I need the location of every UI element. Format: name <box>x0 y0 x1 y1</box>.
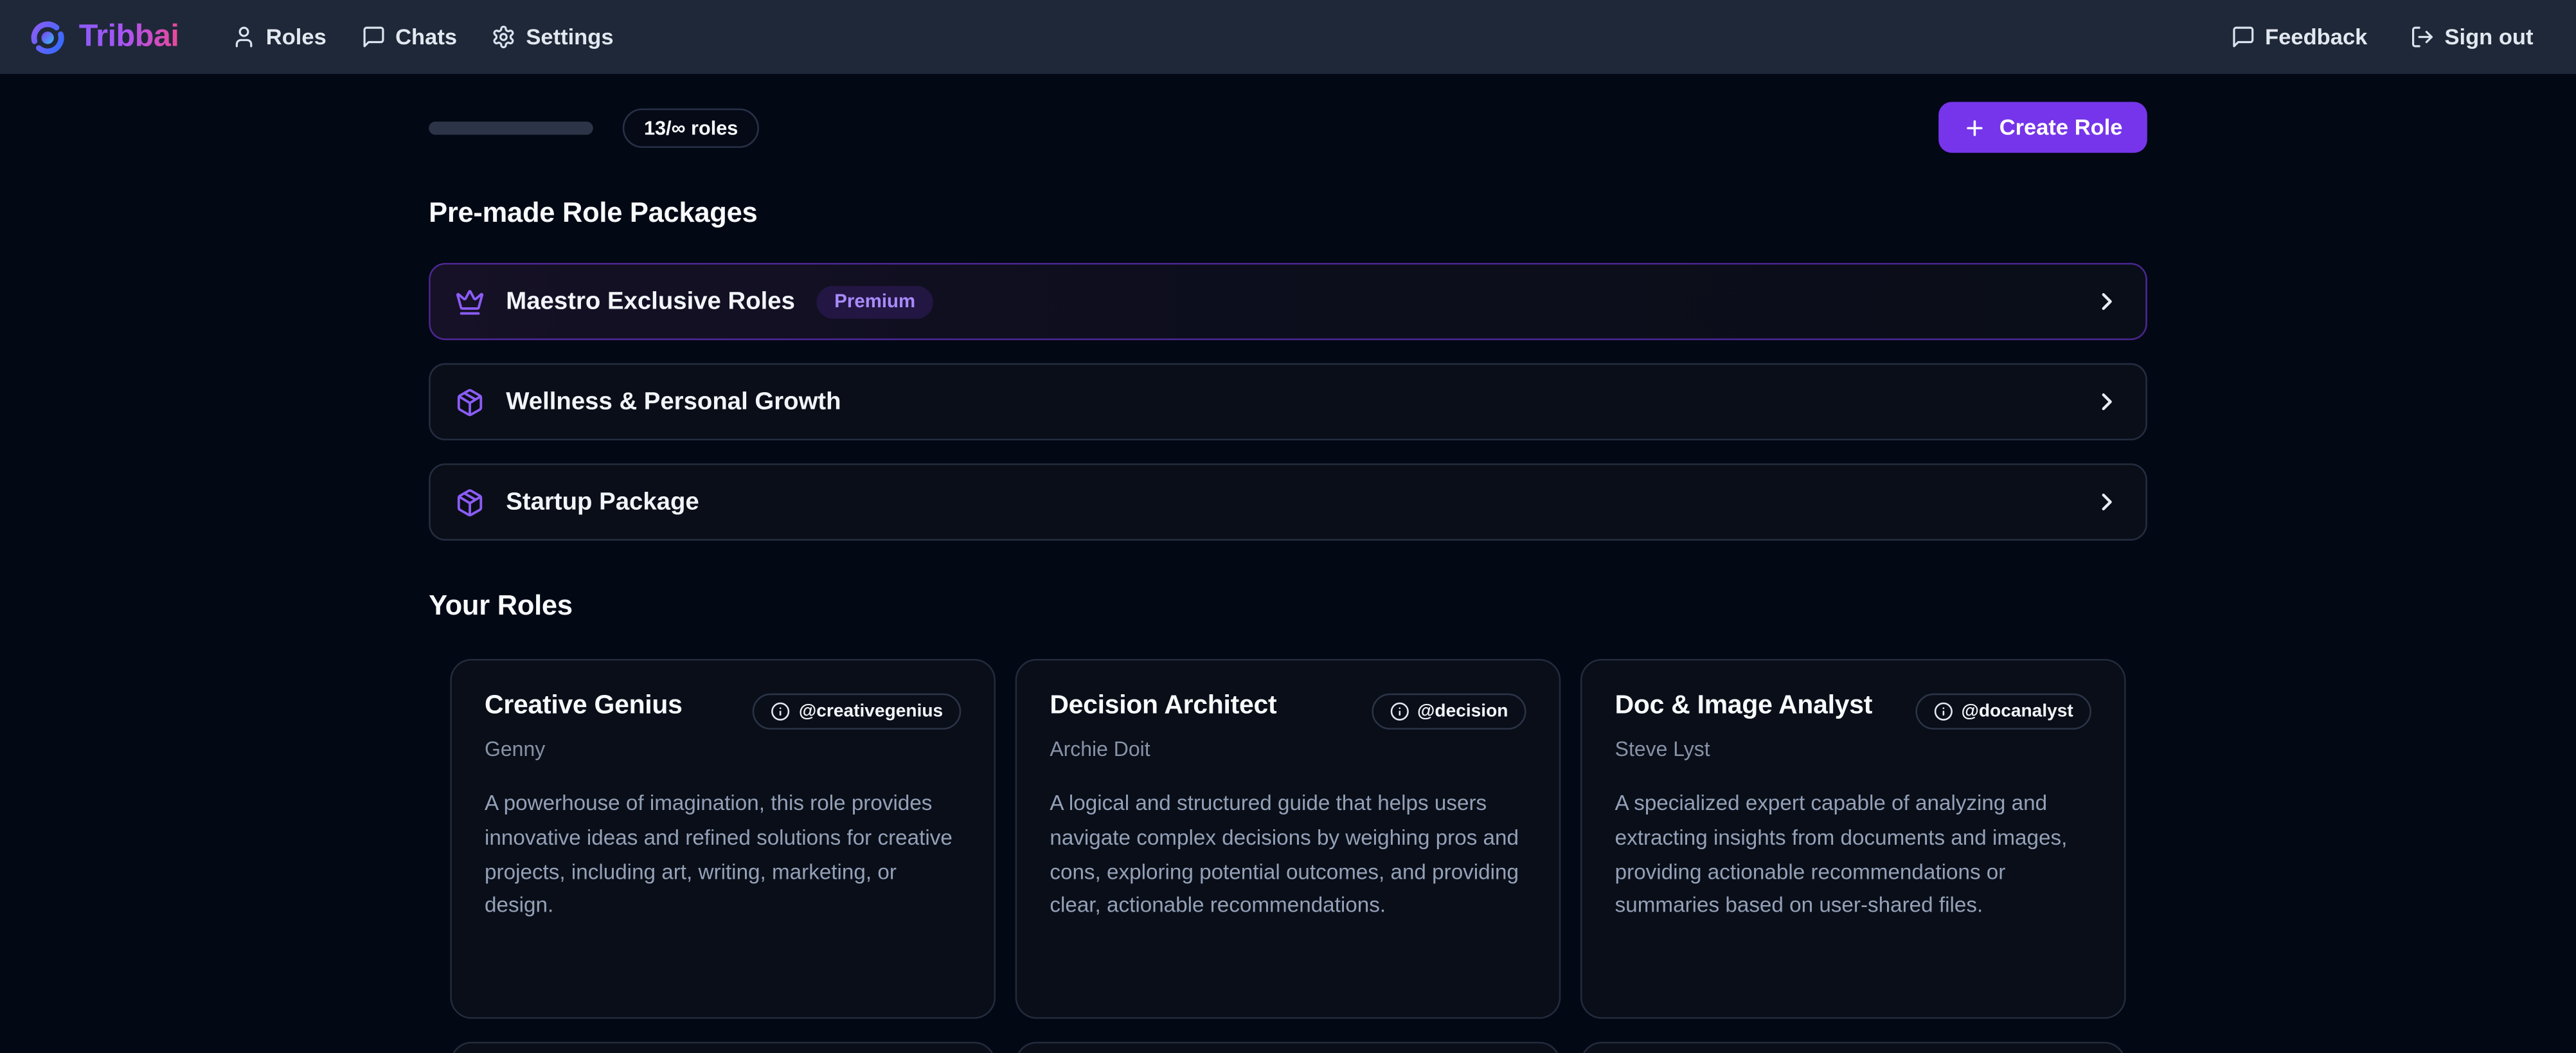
your-roles-heading: Your Roles <box>429 590 2147 623</box>
role-handle: @decision <box>1417 701 1508 721</box>
create-role-button[interactable]: Create Role <box>1938 102 2147 152</box>
role-card-doc-image-analyst[interactable]: Doc & Image Analyst @docanalyst Steve Ly… <box>1580 659 2126 1019</box>
package-row-startup[interactable]: Startup Package <box>429 464 2147 541</box>
gear-icon <box>492 24 516 49</box>
chevron-right-icon <box>2093 488 2120 516</box>
package-title: Startup Package <box>506 488 699 516</box>
role-description: A powerhouse of imagination, this role p… <box>485 787 961 924</box>
nav-item-roles[interactable]: Roles <box>231 24 326 49</box>
sign-out-button[interactable]: Sign out <box>2410 24 2534 49</box>
role-card[interactable] <box>1580 1042 2126 1053</box>
role-handle: @creativegenius <box>799 701 943 721</box>
brand-logo-icon <box>30 19 66 55</box>
nav-item-settings[interactable]: Settings <box>492 24 614 49</box>
role-handle-badge[interactable]: @docanalyst <box>1915 694 2091 730</box>
role-handle-badge[interactable]: @decision <box>1371 694 1526 730</box>
brand-name: Tribbai <box>79 19 179 55</box>
chevron-right-icon <box>2093 287 2120 315</box>
role-subtitle: Genny <box>485 738 961 761</box>
create-role-label: Create Role <box>1999 115 2123 140</box>
role-card[interactable] <box>1015 1042 1561 1053</box>
premium-badge: Premium <box>816 285 933 318</box>
nav-item-label: Settings <box>526 24 613 49</box>
role-cards-grid: Creative Genius @creativegenius Genny A … <box>450 659 2125 1019</box>
role-subtitle: Archie Doit <box>1050 738 1526 761</box>
package-icon <box>455 487 485 517</box>
role-description: A specialized expert capable of analyzin… <box>1615 787 2091 924</box>
role-subtitle: Steve Lyst <box>1615 738 2091 761</box>
card-header: Decision Architect @decision <box>1050 692 1526 730</box>
roles-progress-bar <box>429 121 593 134</box>
role-handle: @docanalyst <box>1961 701 2073 721</box>
nav-item-label: Chats <box>395 24 457 49</box>
top-navigation-bar: Tribbai Roles Chats Settings Feedb <box>0 0 2576 74</box>
card-header: Creative Genius @creativegenius <box>485 692 961 730</box>
brand-logo[interactable]: Tribbai <box>30 19 179 55</box>
feedback-label: Feedback <box>2265 24 2367 49</box>
info-icon <box>771 701 791 721</box>
main-content: 13/∞ roles Create Role Pre-made Role Pac… <box>429 102 2147 1053</box>
app-window: Tribbai Roles Chats Settings Feedb <box>0 0 2576 1053</box>
role-card-decision-architect[interactable]: Decision Architect @decision Archie Doit… <box>1015 659 1561 1019</box>
crown-icon <box>455 287 485 316</box>
logout-icon <box>2410 24 2435 49</box>
card-header: Doc & Image Analyst @docanalyst <box>1615 692 2091 730</box>
package-icon <box>455 387 485 417</box>
message-icon <box>2230 24 2255 49</box>
premade-packages-heading: Pre-made Role Packages <box>429 197 2147 230</box>
roles-toolbar: 13/∞ roles Create Role <box>429 102 2147 152</box>
package-row-wellness[interactable]: Wellness & Personal Growth <box>429 363 2147 440</box>
role-card[interactable] <box>450 1042 996 1053</box>
nav-item-label: Roles <box>266 24 326 49</box>
package-row-maestro[interactable]: Maestro Exclusive Roles Premium <box>429 263 2147 340</box>
role-handle-badge[interactable]: @creativegenius <box>753 694 961 730</box>
role-title: Doc & Image Analyst <box>1615 692 1872 721</box>
plus-icon <box>1963 116 1986 139</box>
sign-out-label: Sign out <box>2444 24 2533 49</box>
nav-item-chats[interactable]: Chats <box>361 24 457 49</box>
info-icon <box>1933 701 1953 721</box>
feedback-button[interactable]: Feedback <box>2230 24 2367 49</box>
role-title: Creative Genius <box>485 692 683 721</box>
role-description: A logical and structured guide that help… <box>1050 787 1526 924</box>
user-icon <box>231 24 256 49</box>
roles-count-badge: 13/∞ roles <box>623 107 760 147</box>
info-icon <box>1390 701 1409 721</box>
package-title: Wellness & Personal Growth <box>506 388 841 415</box>
message-icon <box>361 24 385 49</box>
role-cards-grid-partial <box>450 1042 2125 1053</box>
package-title: Maestro Exclusive Roles <box>506 287 795 315</box>
role-card-creative-genius[interactable]: Creative Genius @creativegenius Genny A … <box>450 659 996 1019</box>
role-title: Decision Architect <box>1050 692 1276 721</box>
chevron-right-icon <box>2093 388 2120 415</box>
